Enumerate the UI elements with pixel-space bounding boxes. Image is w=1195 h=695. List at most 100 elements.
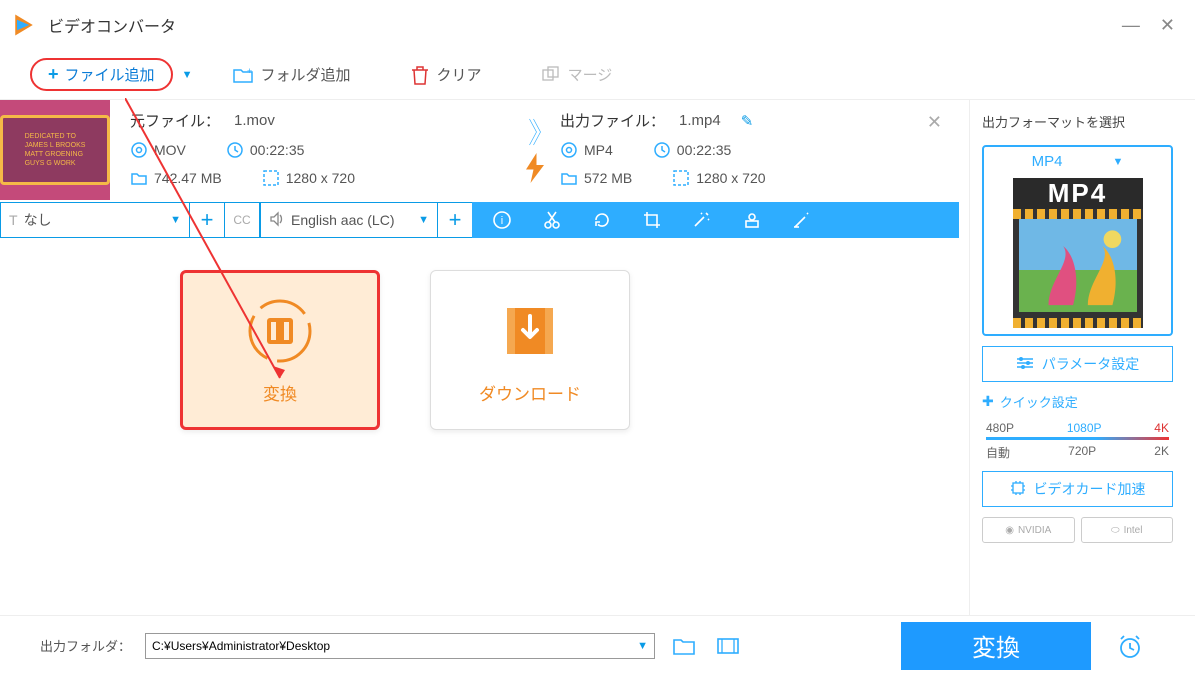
conversion-arrow xyxy=(510,110,560,194)
source-file-label: 元ファイル： xyxy=(130,110,220,131)
chevron-down-icon: ▼ xyxy=(1112,156,1123,168)
quick-settings-label: クイック設定 xyxy=(1000,392,1078,411)
output-file-label: 出力ファイル： xyxy=(560,110,665,131)
merge-icon xyxy=(542,66,560,84)
disc-icon xyxy=(560,141,578,159)
resolution-icon xyxy=(672,169,690,187)
remove-file-button[interactable]: ✕ xyxy=(927,112,942,133)
audio-select[interactable]: English aac (LC) ▼ xyxy=(260,202,438,238)
chevron-down-icon: ▼ xyxy=(170,214,181,226)
edit-output-name-button[interactable]: ✎ xyxy=(741,112,754,130)
output-folder-label: 出力フォルダ： xyxy=(40,636,131,655)
add-folder-button[interactable]: + フォルダ追加 xyxy=(233,64,351,85)
source-size: 742.47 MB xyxy=(154,170,222,186)
quality-auto: 自動 xyxy=(986,444,1010,461)
plus-icon: + xyxy=(48,64,59,85)
download-card-label: ダウンロード xyxy=(479,380,581,405)
parameter-settings-label: パラメータ設定 xyxy=(1042,354,1140,374)
clear-button[interactable]: クリア xyxy=(411,64,482,85)
quality-720p: 720P xyxy=(1068,444,1096,461)
chevron-down-icon[interactable]: ▼ xyxy=(182,69,193,81)
text-icon: T xyxy=(9,212,18,228)
svg-text:i: i xyxy=(501,215,503,227)
convert-card[interactable]: 変換 xyxy=(180,270,380,430)
right-panel: 出力フォーマットを選択 MP4 ▼ MP4 パラメータ設定 ✚ クイック設定 4… xyxy=(970,100,1185,615)
nvidia-label: NVIDIA xyxy=(1018,525,1051,536)
source-resolution: 1280 x 720 xyxy=(286,170,355,186)
convert-button[interactable]: 変換 xyxy=(901,622,1091,670)
quality-4k: 4K xyxy=(1154,421,1169,435)
output-duration: 00:22:35 xyxy=(677,142,732,158)
rotate-button[interactable] xyxy=(592,210,612,230)
title-bar: ビデオコンバータ — ✕ xyxy=(0,0,1195,50)
subtitle-value: なし xyxy=(24,210,52,230)
convert-icon xyxy=(245,296,315,366)
intel-label: Intel xyxy=(1124,525,1143,536)
nvidia-chip: ◉ NVIDIA xyxy=(982,517,1075,543)
speaker-icon xyxy=(269,211,285,230)
schedule-button[interactable] xyxy=(1105,622,1155,670)
folder-icon xyxy=(560,169,578,187)
convert-button-label: 変換 xyxy=(972,628,1020,663)
output-path-value: C:¥Users¥Administrator¥Desktop xyxy=(152,639,330,653)
app-logo-icon xyxy=(10,11,38,39)
file-item: DEDICATED TOJAMES L BROOKSMATT GROENINGG… xyxy=(0,100,959,200)
info-button[interactable]: i xyxy=(492,210,512,230)
add-file-button[interactable]: + ファイル追加 ▼ xyxy=(30,58,173,91)
intel-chip: ⬭ Intel xyxy=(1081,517,1174,543)
output-path-select[interactable]: C:¥Users¥Administrator¥Desktop ▼ xyxy=(145,633,655,659)
download-card[interactable]: ダウンロード xyxy=(430,270,630,430)
add-file-label: ファイル追加 xyxy=(65,64,155,85)
crop-button[interactable] xyxy=(642,210,662,230)
watermark-button[interactable] xyxy=(742,210,762,230)
plus-marker-icon: ✚ xyxy=(982,393,994,410)
effects-button[interactable] xyxy=(692,210,712,230)
quality-slider[interactable]: 480P 1080P 4K 自動 720P 2K xyxy=(982,421,1173,461)
format-preview: MP4 xyxy=(1013,178,1143,328)
format-preview-label: MP4 xyxy=(1013,178,1143,209)
audio-value: English aac (LC) xyxy=(291,212,395,228)
output-format: MP4 xyxy=(584,142,613,158)
open-folder-button[interactable] xyxy=(669,633,699,659)
quality-1080p: 1080P xyxy=(1067,421,1102,435)
clock-icon xyxy=(653,141,671,159)
media-folder-button[interactable] xyxy=(713,633,743,659)
chevron-down-icon: ▼ xyxy=(418,214,429,226)
selected-format: MP4 xyxy=(1032,153,1063,170)
source-duration: 00:22:35 xyxy=(250,142,305,158)
subtitle-select[interactable]: T なし ▼ xyxy=(0,202,190,238)
close-button[interactable]: ✕ xyxy=(1160,15,1175,36)
add-audio-button[interactable]: + xyxy=(437,202,473,238)
bottom-bar: 出力フォルダ： C:¥Users¥Administrator¥Desktop ▼… xyxy=(0,615,1195,675)
cc-button[interactable]: CC xyxy=(224,202,260,238)
cut-button[interactable] xyxy=(542,210,562,230)
chevron-down-icon: ▼ xyxy=(637,640,648,652)
merge-label: マージ xyxy=(568,64,613,85)
quality-2k: 2K xyxy=(1154,444,1169,461)
parameter-settings-button[interactable]: パラメータ設定 xyxy=(982,346,1173,382)
main-toolbar: + ファイル追加 ▼ + フォルダ追加 クリア マージ xyxy=(0,50,1195,100)
edit-toolbar: T なし ▼ + CC English aac (LC) ▼ + i xyxy=(0,200,959,240)
output-resolution: 1280 x 720 xyxy=(696,170,765,186)
minimize-button[interactable]: — xyxy=(1122,15,1140,36)
clock-icon xyxy=(226,141,244,159)
source-format: MOV xyxy=(154,142,186,158)
source-file-name: 1.mov xyxy=(234,112,275,129)
trash-icon xyxy=(411,65,429,85)
gpu-accel-button[interactable]: ビデオカード加速 xyxy=(982,471,1173,507)
add-subtitle-button[interactable]: + xyxy=(189,202,225,238)
resolution-icon xyxy=(262,169,280,187)
video-thumbnail[interactable]: DEDICATED TOJAMES L BROOKSMATT GROENINGG… xyxy=(0,100,110,200)
format-selector[interactable]: MP4 ▼ MP4 xyxy=(982,145,1173,336)
clear-label: クリア xyxy=(437,64,482,85)
quick-settings-header: ✚ クイック設定 xyxy=(982,392,1173,411)
quality-480p: 480P xyxy=(986,421,1014,435)
bolt-icon xyxy=(520,153,550,188)
folder-icon xyxy=(130,169,148,187)
gpu-accel-label: ビデオカード加速 xyxy=(1034,479,1146,499)
folder-plus-icon: + xyxy=(233,67,253,83)
disc-icon xyxy=(130,141,148,159)
app-title: ビデオコンバータ xyxy=(48,13,1122,37)
intel-icon: ⬭ xyxy=(1111,525,1120,536)
enhance-button[interactable] xyxy=(792,210,812,230)
